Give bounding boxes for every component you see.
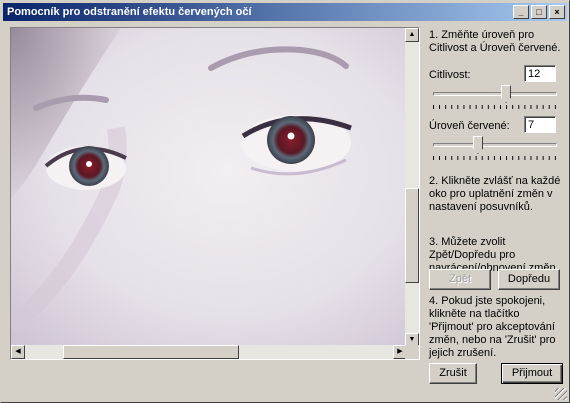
scroll-up-arrow-icon[interactable]: ▲ [405, 28, 419, 42]
forward-button[interactable]: Dopředu [498, 269, 560, 290]
red-level-slider[interactable] [433, 136, 557, 160]
image-viewport: ▲ ▼ ◀ ▶ [10, 27, 420, 360]
step-2-text: 2. Klikněte zvlášť na každé oko pro upla… [429, 175, 561, 213]
maximize-button[interactable]: □ [531, 5, 547, 19]
red-level-input[interactable] [524, 116, 556, 133]
vertical-scroll-thumb[interactable] [405, 188, 419, 283]
sensitivity-slider-track [433, 92, 557, 96]
sensitivity-slider[interactable] [433, 85, 557, 109]
horizontal-scroll-thumb[interactable] [63, 345, 239, 359]
sensitivity-slider-ticks [433, 105, 557, 109]
sensitivity-label: Citlivost: [429, 69, 471, 81]
window-controls: _ □ × [511, 5, 565, 19]
accept-button[interactable]: Přijmout [501, 363, 563, 384]
resize-grip-icon[interactable] [555, 388, 567, 400]
step-1-text: 1. Změňte úroveň pro Citlivost a Úroveň … [429, 29, 561, 54]
red-eye-removal-dialog: Pomocník pro odstranění efektu červených… [0, 0, 570, 403]
back-button[interactable]: Zpět [429, 269, 491, 290]
scroll-left-arrow-icon[interactable]: ◀ [11, 345, 25, 359]
cancel-button[interactable]: Zrušit [429, 363, 477, 384]
face-photo[interactable] [11, 28, 407, 347]
sensitivity-slider-thumb[interactable] [501, 85, 511, 103]
close-button[interactable]: × [549, 5, 565, 19]
photo-canvas[interactable] [11, 28, 407, 347]
red-level-slider-thumb[interactable] [473, 136, 483, 154]
horizontal-scrollbar[interactable]: ◀ ▶ [11, 345, 407, 359]
vertical-scrollbar[interactable]: ▲ ▼ [405, 28, 419, 347]
red-level-slider-ticks [433, 156, 557, 160]
red-level-label: Úroveň červené: [429, 120, 510, 132]
sensitivity-input[interactable] [524, 65, 556, 82]
red-level-slider-track [433, 143, 557, 147]
title-bar[interactable]: Pomocník pro odstranění efektu červených… [3, 3, 567, 21]
window-title: Pomocník pro odstranění efektu červených… [7, 6, 252, 18]
minimize-button[interactable]: _ [513, 5, 529, 19]
scroll-corner [405, 345, 419, 359]
step-4-text: 4. Pokud jste spokojeni, klikněte na tla… [429, 295, 556, 359]
